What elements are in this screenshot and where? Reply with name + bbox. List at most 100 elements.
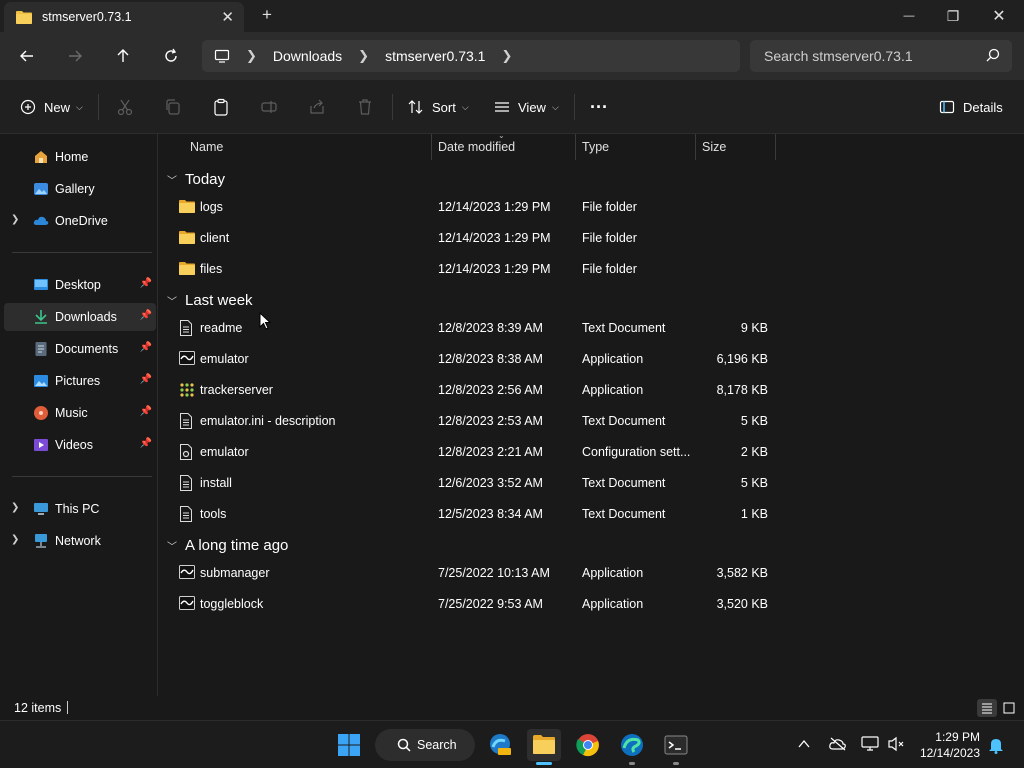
maximize-button[interactable]: ❐ — [930, 0, 976, 32]
taskbar-search-button[interactable]: Search — [375, 729, 475, 761]
file-name-cell[interactable]: install — [179, 475, 232, 491]
minimize-button[interactable]: — — [886, 0, 932, 32]
pin-icon[interactable]: 📌 — [140, 406, 152, 417]
sidebar-item-documents[interactable]: Documents 📌 — [4, 335, 156, 363]
details-view-toggle[interactable] — [977, 699, 997, 717]
close-tab-icon[interactable]: ✕ — [221, 8, 234, 26]
chevron-down-icon[interactable]: ﹀ — [167, 538, 177, 553]
chevron-down-icon[interactable]: ﹀ — [167, 293, 177, 308]
chevron-right-icon[interactable]: ❯ — [358, 48, 369, 64]
pin-icon[interactable]: 📌 — [140, 438, 152, 449]
taskbar-edge-preview[interactable] — [483, 729, 517, 761]
copy-button[interactable] — [164, 96, 182, 118]
tab-stmserver[interactable]: stmserver0.73.1 ✕ — [4, 2, 244, 32]
file-row[interactable]: trackerserver 12/8/2023 2:56 AM Applicatio… — [159, 375, 779, 405]
forward-button[interactable] — [63, 44, 87, 68]
file-name-cell[interactable]: emulator.ini - description — [179, 413, 335, 429]
pin-icon[interactable]: 📌 — [140, 310, 152, 321]
file-row[interactable]: tools 12/5/2023 8:34 AM Text Document 1 KB — [159, 499, 779, 529]
column-divider[interactable] — [431, 134, 432, 160]
pin-icon[interactable]: 📌 — [140, 342, 152, 353]
chevron-right-icon[interactable]: ❯ — [11, 502, 19, 513]
sidebar-item-pictures[interactable]: Pictures 📌 — [4, 367, 156, 395]
file-name-cell[interactable]: logs — [179, 199, 223, 215]
sidebar-item-home[interactable]: Home — [4, 143, 156, 171]
pin-icon[interactable]: 📌 — [140, 278, 152, 289]
chevron-right-icon[interactable]: ❯ — [11, 534, 19, 545]
file-row[interactable]: toggleblock 7/25/2022 9:53 AM Application 3… — [159, 589, 779, 619]
details-button[interactable]: Details — [939, 96, 1003, 118]
file-name-cell[interactable]: trackerserver — [179, 382, 273, 398]
sidebar-item-videos[interactable]: Videos 📌 — [4, 431, 156, 459]
breadcrumb-downloads[interactable]: Downloads — [273, 48, 342, 64]
cut-button[interactable] — [116, 96, 134, 118]
file-name-cell[interactable]: toggleblock — [179, 596, 263, 612]
file-name-cell[interactable]: tools — [179, 506, 226, 522]
group-header[interactable]: ﹀ Last week — [167, 288, 253, 312]
sidebar-item-downloads[interactable]: Downloads 📌 — [4, 303, 156, 331]
file-name-cell[interactable]: client — [179, 230, 229, 246]
file-row[interactable]: install 12/6/2023 3:52 AM Text Document 5 K… — [159, 468, 779, 498]
column-divider[interactable] — [575, 134, 576, 160]
delete-button[interactable] — [356, 96, 374, 118]
rename-button[interactable] — [260, 96, 278, 118]
file-row[interactable]: readme 12/8/2023 8:39 AM Text Document 9 KB — [159, 313, 779, 343]
share-button[interactable] — [308, 96, 326, 118]
sidebar-item-onedrive[interactable]: ❯ OneDrive — [4, 207, 156, 235]
sidebar-item-this-pc[interactable]: ❯ This PC — [4, 495, 156, 523]
taskbar-edge[interactable] — [615, 729, 649, 761]
file-name-cell[interactable]: files — [179, 261, 222, 277]
file-row[interactable]: emulator 12/8/2023 2:21 AM Configuration s… — [159, 437, 779, 467]
new-tab-button[interactable]: + — [262, 5, 272, 25]
clock[interactable]: 1:29 PM 12/14/2023 — [920, 729, 980, 761]
pin-icon[interactable]: 📌 — [140, 374, 152, 385]
file-row[interactable]: files 12/14/2023 1:29 PM File folder — [159, 254, 779, 284]
taskbar-terminal[interactable] — [659, 729, 693, 761]
column-header-type[interactable]: Type — [582, 134, 609, 160]
more-options-button[interactable]: ··· — [590, 96, 608, 118]
sidebar-item-desktop[interactable]: Desktop 📌 — [4, 271, 156, 299]
chevron-right-icon[interactable]: ❯ — [246, 48, 257, 64]
group-header[interactable]: ﹀ A long time ago — [167, 533, 288, 557]
breadcrumb-current-folder[interactable]: stmserver0.73.1 — [385, 48, 485, 64]
address-bar[interactable]: ❯ Downloads ❯ stmserver0.73.1 ❯ — [202, 40, 740, 72]
start-button[interactable] — [332, 729, 366, 761]
chevron-right-icon[interactable]: ❯ — [501, 48, 512, 64]
view-button[interactable]: View ⌵ — [494, 96, 559, 118]
paste-button[interactable] — [212, 96, 230, 118]
chevron-down-icon[interactable]: ﹀ — [167, 172, 177, 187]
notifications-button[interactable] — [988, 736, 1004, 757]
network-tray-button[interactable] — [861, 736, 879, 755]
file-row[interactable]: submanager 7/25/2022 10:13 AM Application 3… — [159, 558, 779, 588]
onedrive-tray-button[interactable] — [829, 737, 847, 754]
group-header[interactable]: ﹀ Today — [167, 167, 225, 191]
tiles-view-toggle[interactable] — [999, 699, 1019, 717]
file-name-cell[interactable]: emulator — [179, 351, 249, 367]
file-name-cell[interactable]: readme — [179, 320, 242, 336]
show-hidden-icons-button[interactable] — [797, 737, 811, 754]
file-name-cell[interactable]: submanager — [179, 565, 270, 581]
column-header-size[interactable]: Size — [702, 134, 726, 160]
column-divider[interactable] — [775, 134, 776, 160]
file-row[interactable]: emulator 12/8/2023 8:38 AM Application 6,19… — [159, 344, 779, 374]
search-input[interactable]: Search stmserver0.73.1 — [750, 40, 1012, 72]
taskbar-file-explorer[interactable] — [527, 729, 561, 761]
back-button[interactable] — [15, 44, 39, 68]
sidebar-item-music[interactable]: Music 📌 — [4, 399, 156, 427]
file-row[interactable]: logs 12/14/2023 1:29 PM File folder — [159, 192, 779, 222]
up-button[interactable] — [111, 44, 135, 68]
column-header-name[interactable]: Name — [190, 134, 223, 160]
sidebar-item-network[interactable]: ❯ Network — [4, 527, 156, 555]
chevron-right-icon[interactable]: ❯ — [11, 214, 19, 225]
file-row[interactable]: client 12/14/2023 1:29 PM File folder — [159, 223, 779, 253]
sidebar-item-gallery[interactable]: Gallery — [4, 175, 156, 203]
column-divider[interactable] — [695, 134, 696, 160]
sort-button[interactable]: Sort ⌵ — [408, 96, 469, 118]
file-name-cell[interactable]: emulator — [179, 444, 249, 460]
new-button[interactable]: New ⌵ — [20, 96, 83, 118]
file-row[interactable]: emulator.ini - description 12/8/2023 2:53… — [159, 406, 779, 436]
volume-tray-button[interactable] — [887, 736, 905, 755]
close-window-button[interactable]: ✕ — [976, 0, 1022, 32]
refresh-button[interactable] — [159, 44, 183, 68]
taskbar-chrome[interactable] — [571, 729, 605, 761]
